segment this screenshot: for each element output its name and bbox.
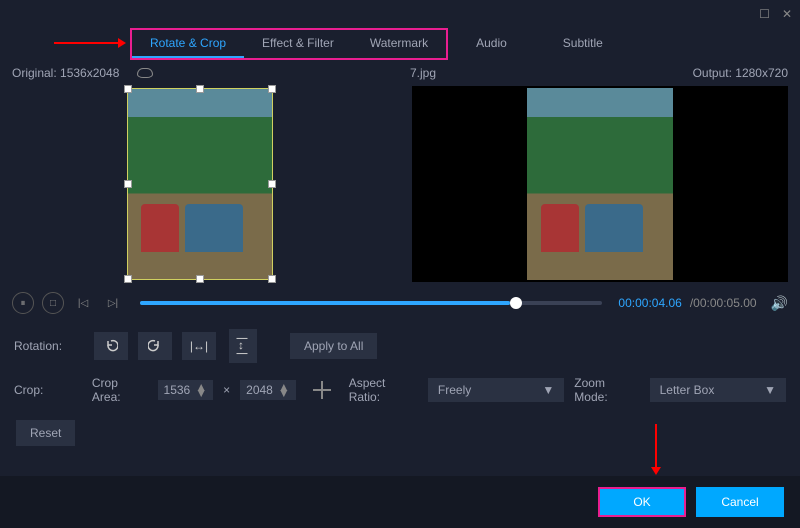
crop-area-label: Crop Area: [92, 376, 148, 404]
height-down-icon[interactable]: ▼ [278, 390, 290, 396]
info-bar: Original: 1536x2048 7.jpg Output: 1280x7… [0, 60, 800, 86]
apply-to-all-button[interactable]: Apply to All [290, 333, 377, 359]
crop-handle-br[interactable] [268, 275, 276, 283]
crop-position-button[interactable] [306, 376, 339, 404]
flip-vertical-button[interactable]: |↔| [229, 329, 257, 363]
crop-width-input[interactable]: 1536 ▲▼ [158, 380, 214, 400]
close-button[interactable]: ✕ [782, 7, 792, 21]
source-pane[interactable] [12, 86, 388, 282]
tab-rotate-crop[interactable]: Rotate & Crop [132, 30, 244, 58]
footer: OK Cancel [0, 476, 800, 528]
chevron-down-icon: ▼ [764, 383, 776, 397]
zoom-label: Zoom Mode: [574, 376, 639, 404]
crop-handle-ml[interactable] [124, 180, 132, 188]
crop-handle-mr[interactable] [268, 180, 276, 188]
crop-height-value: 2048 [246, 383, 273, 397]
volume-icon[interactable]: 🔊 [771, 295, 788, 312]
cancel-button[interactable]: Cancel [696, 487, 784, 517]
reset-row: Reset [0, 412, 800, 454]
crop-frame[interactable] [127, 88, 273, 280]
filename-label: 7.jpg [171, 66, 674, 80]
original-size-label: Original: 1536x2048 [12, 66, 119, 80]
position-icon [313, 381, 331, 399]
next-frame-button[interactable]: ▷| [102, 292, 124, 314]
tabs-row: Rotate & Crop Effect & Filter Watermark … [0, 28, 800, 60]
reset-button[interactable]: Reset [16, 420, 75, 446]
crop-sep: × [223, 383, 230, 397]
crop-height-input[interactable]: 2048 ▲▼ [240, 380, 296, 400]
output-image [527, 88, 673, 280]
chevron-down-icon: ▼ [542, 383, 554, 397]
crop-handle-tr[interactable] [268, 85, 276, 93]
output-size-label: Output: 1280x720 [693, 66, 788, 80]
ok-button[interactable]: OK [598, 487, 686, 517]
progress-bar[interactable] [140, 301, 602, 305]
output-pane [412, 86, 788, 282]
zoom-value: Letter Box [660, 383, 715, 397]
annotation-arrow-ok [655, 424, 657, 472]
crop-handle-bl[interactable] [124, 275, 132, 283]
annotation-arrow-tabs [54, 42, 124, 44]
preview-area [0, 86, 800, 282]
rotation-row: Rotation: |↔| |↔| Apply to All [0, 324, 800, 368]
crop-handle-tc[interactable] [196, 85, 204, 93]
crop-label: Crop: [14, 383, 82, 397]
rotate-cw-button[interactable] [138, 332, 172, 360]
zoom-mode-dropdown[interactable]: Letter Box ▼ [650, 378, 786, 402]
aspect-ratio-dropdown[interactable]: Freely ▼ [428, 378, 564, 402]
flip-horizontal-button[interactable]: |↔| [182, 332, 216, 360]
crop-handle-tl[interactable] [124, 85, 132, 93]
maximize-button[interactable]: ☐ [759, 7, 770, 21]
crop-handle-bc[interactable] [196, 275, 204, 283]
source-image [127, 88, 273, 280]
stop-button[interactable]: □ [42, 292, 64, 314]
aspect-value: Freely [438, 383, 471, 397]
progress-knob[interactable] [510, 297, 522, 309]
width-down-icon[interactable]: ▼ [195, 390, 207, 396]
progress-fill [140, 301, 510, 305]
crop-row: Crop: Crop Area: 1536 ▲▼ × 2048 ▲▼ Aspec… [0, 368, 800, 412]
play-pause-button[interactable]: ⏸ [12, 292, 34, 314]
aspect-label: Aspect Ratio: [349, 376, 418, 404]
titlebar: ☐ ✕ [0, 0, 800, 28]
tab-effect-filter[interactable]: Effect & Filter [244, 30, 352, 58]
tab-watermark[interactable]: Watermark [352, 30, 446, 58]
time-total: /00:00:05.00 [690, 296, 757, 310]
tab-subtitle[interactable]: Subtitle [535, 30, 631, 58]
prev-frame-button[interactable]: |◁ [72, 292, 94, 314]
playback-controls: ⏸ □ |◁ ▷| 00:00:04.06/00:00:05.00 🔊 [0, 282, 800, 324]
preview-eye-icon[interactable] [137, 68, 153, 78]
rotation-label: Rotation: [14, 339, 84, 353]
time-current: 00:00:04.06 [618, 296, 681, 310]
crop-width-value: 1536 [164, 383, 191, 397]
rotate-ccw-button[interactable] [94, 332, 128, 360]
highlighted-tabs-box: Rotate & Crop Effect & Filter Watermark [130, 28, 448, 60]
tab-audio[interactable]: Audio [448, 30, 535, 58]
